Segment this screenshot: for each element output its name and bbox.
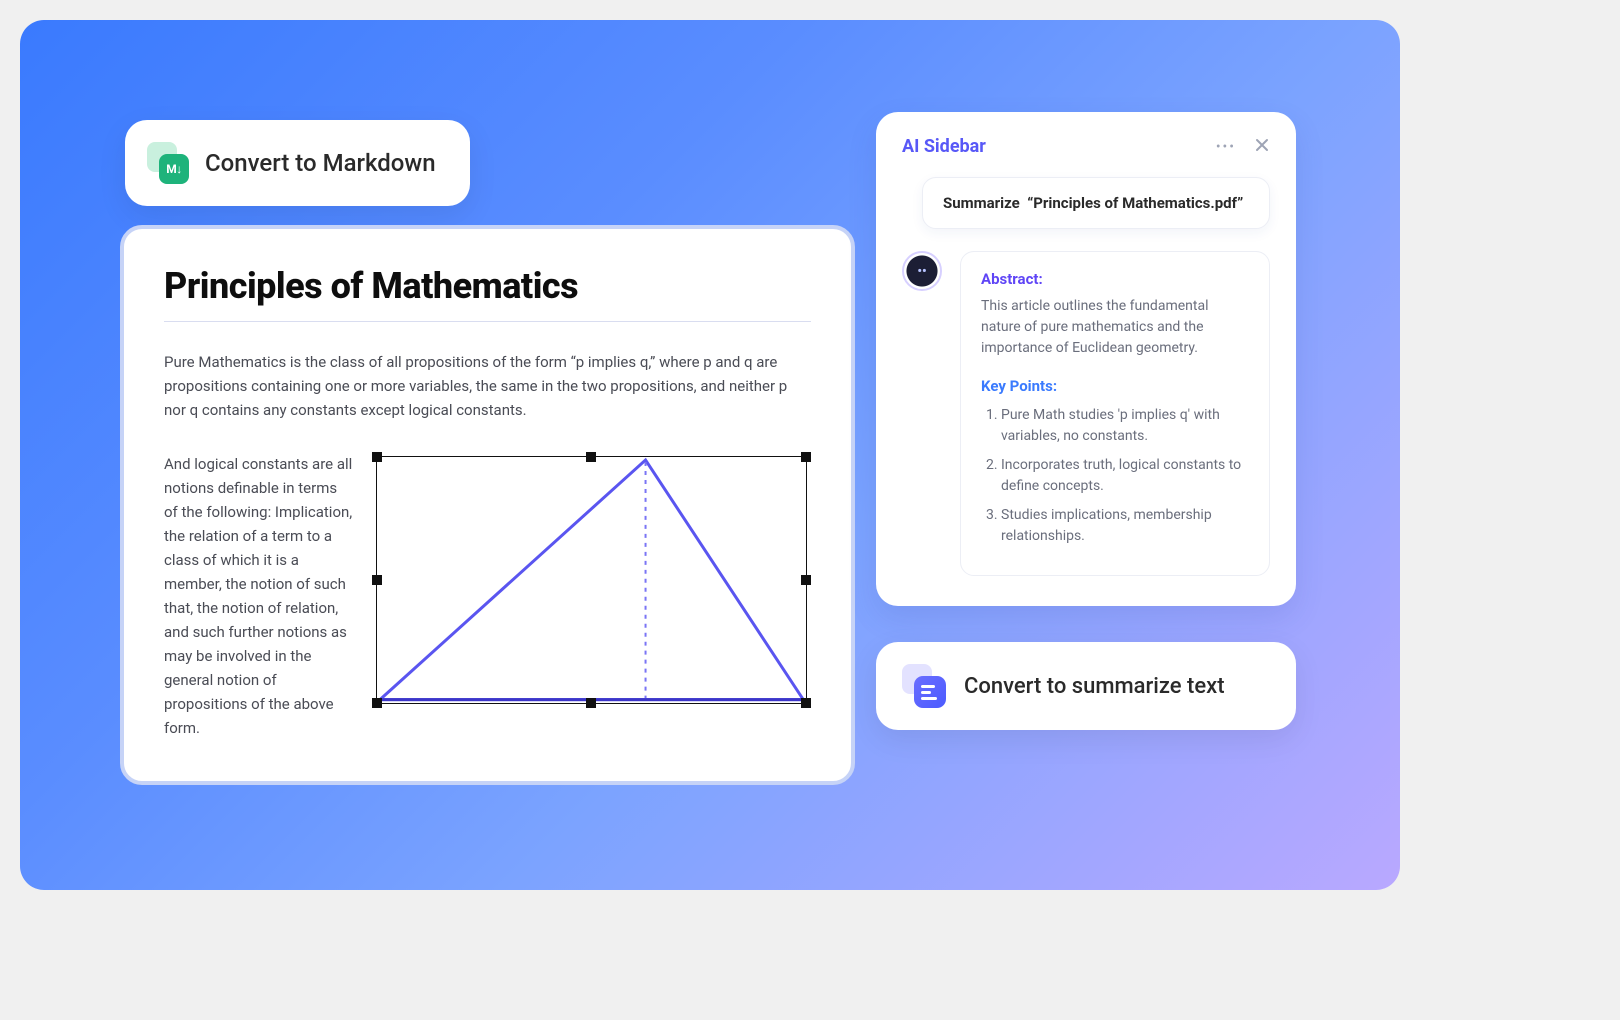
document-card: Principles of Mathematics Pure Mathemati… xyxy=(120,225,855,785)
markdown-icon: M↓ xyxy=(147,142,189,184)
selection-handle[interactable] xyxy=(372,575,382,585)
ai-prompt-target: “Principles of Mathematics.pdf” xyxy=(1027,194,1243,212)
summarize-icon xyxy=(902,664,946,708)
feature-canvas: M↓ Convert to Markdown Principles of Mat… xyxy=(20,20,1400,890)
selection-handle[interactable] xyxy=(801,575,811,585)
selection-handle[interactable] xyxy=(586,698,596,708)
key-points-list: Pure Math studies 'p implies q' with var… xyxy=(981,405,1249,547)
document-paragraph-1: Pure Mathematics is the class of all pro… xyxy=(164,350,811,422)
convert-to-markdown-label: Convert to Markdown xyxy=(205,149,436,177)
more-icon[interactable]: ••• xyxy=(1216,139,1236,155)
ai-avatar-icon: •• xyxy=(902,251,942,291)
divider xyxy=(164,321,811,322)
key-point-item: Incorporates truth, logical constants to… xyxy=(1001,455,1249,497)
key-point-item: Studies implications, membership relatio… xyxy=(1001,505,1249,547)
document-paragraph-2: And logical constants are all notions de… xyxy=(164,452,354,740)
key-point-item: Pure Math studies 'p implies q' with var… xyxy=(1001,405,1249,447)
selection-handle[interactable] xyxy=(801,452,811,462)
abstract-label: Abstract: xyxy=(981,270,1249,288)
selection-handle[interactable] xyxy=(586,452,596,462)
abstract-text: This article outlines the fundamental na… xyxy=(981,296,1249,359)
ai-prompt-bubble: Summarize “Principles of Mathematics.pdf… xyxy=(922,177,1270,229)
ai-response-card: Abstract: This article outlines the fund… xyxy=(960,251,1270,576)
convert-to-markdown-card[interactable]: M↓ Convert to Markdown xyxy=(125,120,470,206)
triangle-figure-selected[interactable] xyxy=(372,452,811,708)
ai-sidebar-panel: AI Sidebar ••• Summarize “Principles of … xyxy=(876,112,1296,606)
convert-to-summarize-label: Convert to summarize text xyxy=(964,674,1225,699)
key-points-label: Key Points: xyxy=(981,377,1249,395)
selection-handle[interactable] xyxy=(372,452,382,462)
ai-prompt-prefix: Summarize xyxy=(943,194,1020,212)
selection-handle[interactable] xyxy=(372,698,382,708)
triangle-icon xyxy=(376,456,807,704)
close-icon[interactable] xyxy=(1254,137,1270,157)
ai-sidebar-title: AI Sidebar xyxy=(902,136,986,157)
document-title: Principles of Mathematics xyxy=(164,265,811,307)
selection-handle[interactable] xyxy=(801,698,811,708)
convert-to-summarize-card[interactable]: Convert to summarize text xyxy=(876,642,1296,730)
